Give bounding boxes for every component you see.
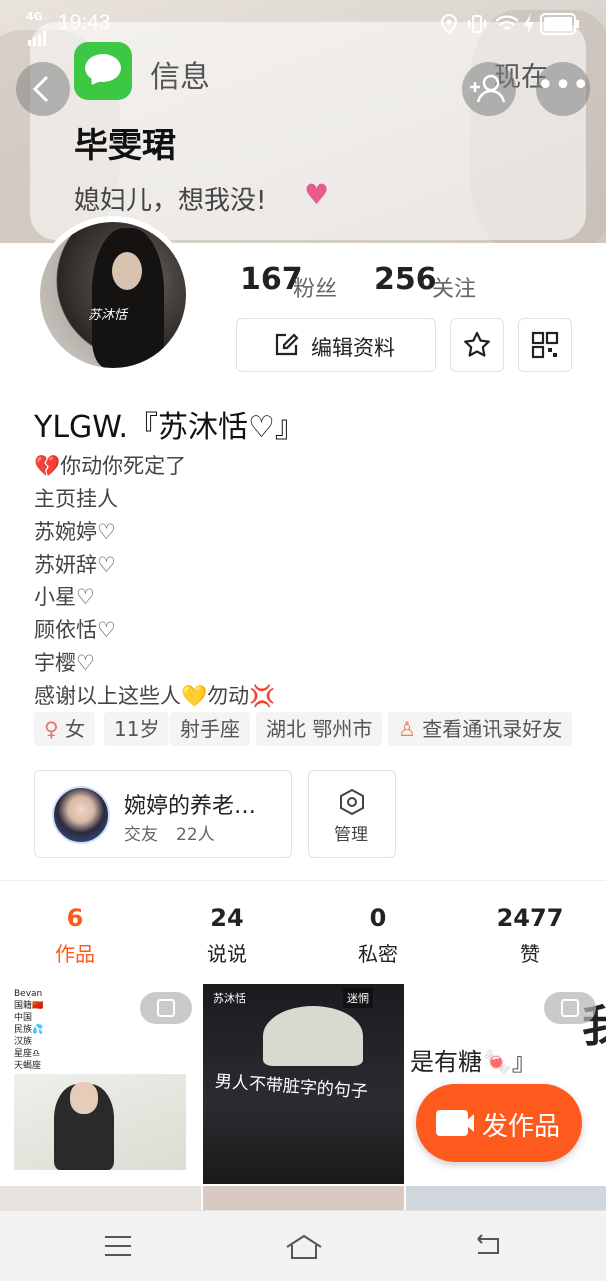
qr-code-icon — [531, 331, 559, 359]
contacts-friends-tag[interactable]: ♙ 查看通讯录好友 — [388, 712, 573, 746]
bio-line: 感谢以上这些人💛勿动💢 — [34, 684, 276, 708]
settings-hexagon-icon — [340, 788, 364, 816]
zodiac-tag: 射手座 — [170, 712, 250, 746]
tab-likes-count[interactable]: 2477 — [470, 904, 590, 932]
female-icon: ♀ — [44, 717, 59, 741]
edit-profile-label: 编辑资料 — [311, 336, 395, 360]
thumbnail-text: Bevan 国籍🇨🇳 中国 民族💦 汉族 星座♎ 天蝎座 — [14, 989, 44, 1071]
messages-app-icon — [74, 42, 132, 100]
system-nav-bar — [0, 1210, 606, 1281]
thumbnail-photo — [263, 1006, 363, 1066]
edit-profile-button[interactable]: 编辑资料 — [236, 318, 436, 372]
work-thumbnail[interactable]: 苏沐恬 迷惘 男人不带脏字的句子 — [203, 984, 404, 1184]
thumbnail-watermark: 苏沐恬 — [213, 992, 246, 1005]
group-avatar — [52, 786, 110, 844]
favorite-button[interactable] — [450, 318, 504, 372]
photo-type-icon — [544, 992, 596, 1024]
thumbnail-caption: 是有糖🍬』 — [410, 1048, 536, 1076]
group-name: 婉婷的养老… — [124, 794, 257, 819]
work-thumbnail[interactable] — [203, 1186, 404, 1210]
gender-tag: ♀ 女 — [34, 712, 96, 746]
work-thumbnail[interactable] — [406, 1186, 606, 1210]
divider — [0, 880, 606, 881]
more-button[interactable]: ••• — [536, 62, 590, 116]
qr-code-button[interactable] — [518, 318, 572, 372]
bio-line: 苏妍辞♡ — [34, 553, 116, 577]
manage-label: 管理 — [334, 825, 368, 845]
photo-type-icon — [140, 992, 192, 1024]
back-arrow-icon — [32, 75, 49, 103]
bio-line: 💔你动你死定了 — [34, 454, 187, 478]
tab-moments-count[interactable]: 24 — [167, 904, 287, 932]
bio-line: 主页挂人 — [34, 487, 118, 511]
post-work-label: 发作品 — [482, 1112, 561, 1142]
post-work-button[interactable]: 发作品 — [416, 1084, 582, 1162]
thumbnail-logo: 迷惘 — [343, 988, 373, 1008]
age-tag: 11岁 — [104, 712, 170, 746]
tab-likes[interactable]: 赞 — [470, 938, 590, 967]
back-button[interactable] — [16, 62, 70, 116]
contacts-icon: ♙ — [398, 717, 416, 741]
following-count[interactable]: 256 — [374, 262, 437, 297]
avatar-watermark: 苏沐恬 — [88, 308, 128, 323]
bio-line: 苏婉婷♡ — [34, 520, 116, 544]
bio-line: 顾依恬♡ — [34, 618, 116, 642]
bio-line: 小星♡ — [34, 585, 95, 609]
nickname: YLGW.『苏沐恬♡』 — [34, 410, 305, 445]
notification-sender: 毕雯珺 — [74, 126, 176, 166]
tab-private[interactable]: 私密 — [318, 938, 438, 967]
edit-icon — [275, 333, 299, 356]
menu-icon[interactable] — [102, 1233, 134, 1259]
tab-works-count[interactable]: 6 — [15, 904, 135, 932]
bio-line: 宇樱♡ — [34, 651, 95, 675]
thumbnail-photo — [14, 1074, 186, 1170]
fans-label[interactable]: 粉丝 — [293, 271, 337, 303]
add-friend-button[interactable] — [462, 62, 516, 116]
tab-works[interactable]: 作品 — [15, 938, 135, 967]
group-members: 22人 — [176, 825, 215, 845]
notification-app-name: 信息 — [150, 60, 210, 95]
location-tag: 湖北 鄂州市 — [256, 712, 383, 746]
thumbnail-caption: 男人不带脏字的句子 — [214, 1071, 369, 1103]
avatar[interactable]: 苏沐恬 — [34, 216, 192, 374]
work-thumbnail[interactable]: Bevan 国籍🇨🇳 中国 民族💦 汉族 星座♎ 天蝎座 — [0, 984, 201, 1184]
following-label[interactable]: 关注 — [432, 271, 476, 303]
heart-icon: ♥ — [304, 178, 330, 211]
tab-moments[interactable]: 说说 — [167, 938, 287, 967]
group-type: 交友 — [124, 825, 158, 845]
back-nav-icon[interactable] — [472, 1233, 504, 1259]
notification-message: 媳妇儿，想我没! — [74, 186, 267, 216]
star-icon — [464, 331, 490, 357]
add-user-icon — [470, 74, 506, 103]
home-icon[interactable] — [284, 1233, 324, 1261]
tab-private-count[interactable]: 0 — [318, 904, 438, 932]
work-thumbnail[interactable] — [0, 1186, 201, 1210]
